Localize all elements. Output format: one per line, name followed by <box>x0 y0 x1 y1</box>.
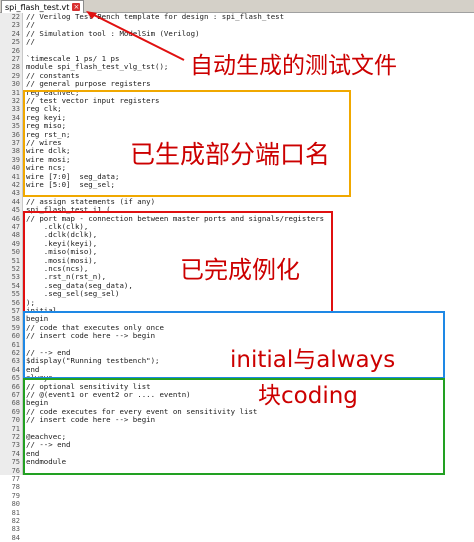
line-number: 82 <box>11 517 20 525</box>
line-number: 83 <box>11 525 20 534</box>
line-number: 78 <box>11 483 20 492</box>
line-number: 77 <box>11 475 20 483</box>
line-number: 80 <box>11 500 20 509</box>
annotation-ports-generated: 已生成部分端口名 <box>130 140 331 169</box>
line-number: 79 <box>11 491 20 500</box>
annotation-initial-always-2: 块coding <box>258 383 358 409</box>
annotation-instantiated: 已完成例化 <box>180 256 300 284</box>
line-number: 81 <box>11 508 20 517</box>
annotation-auto-generated: 自动生成的测试文件 <box>190 53 397 79</box>
line-number: 84 <box>11 533 20 542</box>
annotation-initial-always-1: initial与always <box>230 347 396 373</box>
